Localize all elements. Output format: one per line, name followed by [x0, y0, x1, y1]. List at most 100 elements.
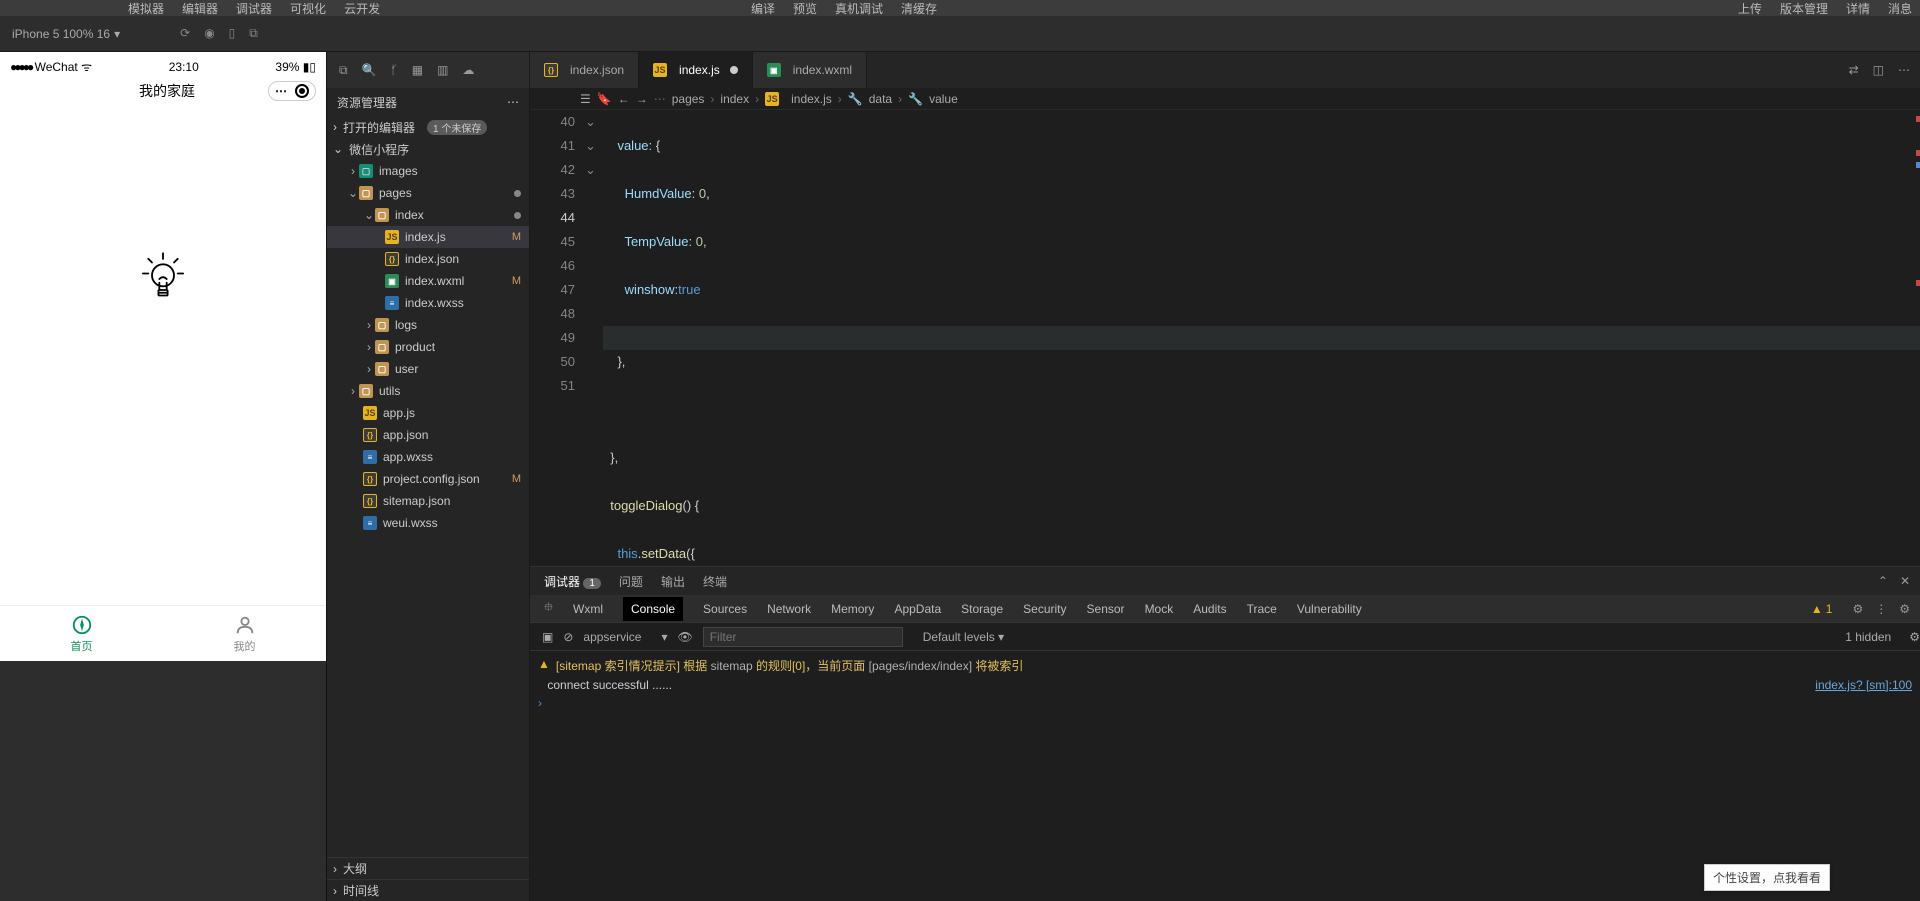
- tree-file-weui[interactable]: ≡weui.wxss: [327, 512, 529, 534]
- panel-tab-debugger[interactable]: 调试器 1: [544, 573, 601, 590]
- tree-file-app-js[interactable]: JSapp.js: [327, 402, 529, 424]
- crumb-index[interactable]: index: [720, 92, 749, 106]
- open-editors-section[interactable]: › 打开的编辑器 1 个未保存: [327, 116, 529, 138]
- menu-clear-cache[interactable]: 清缓存: [901, 0, 937, 17]
- capsule-menu-icon[interactable]: ⋯: [275, 84, 287, 98]
- back-icon[interactable]: ←: [618, 92, 630, 106]
- capsule-close-icon[interactable]: [295, 84, 309, 98]
- tree-folder-product[interactable]: ›▢product: [327, 336, 529, 358]
- cloud-icon[interactable]: ☁: [462, 63, 474, 77]
- tree-folder-images[interactable]: ›▢images: [327, 160, 529, 182]
- clear-console-icon[interactable]: ⊘: [563, 630, 573, 644]
- menu-compile[interactable]: 编译: [751, 0, 775, 17]
- tab-index-js[interactable]: JSindex.js: [639, 52, 753, 88]
- dtab-audits[interactable]: Audits: [1193, 602, 1226, 616]
- kebab-icon[interactable]: ⋮: [1875, 602, 1887, 616]
- devtools-select-icon[interactable]: ⯐: [544, 598, 553, 619]
- device-selector[interactable]: iPhone 5 100% 16 ▾: [12, 27, 120, 41]
- eye-icon[interactable]: 👁: [677, 630, 692, 644]
- tree-file-index-js[interactable]: JSindex.jsM: [327, 226, 529, 248]
- sim-tab-home[interactable]: 首页: [0, 606, 163, 661]
- code-editor[interactable]: 404142434445464748495051 ⌄⌄⌄ value: { Hu…: [530, 110, 1920, 566]
- more-icon[interactable]: ⋯: [1898, 63, 1910, 77]
- tree-folder-index[interactable]: ⌄▢index: [327, 204, 529, 226]
- dtab-appdata[interactable]: AppData: [894, 602, 941, 616]
- outline-section[interactable]: ›大纲: [327, 857, 529, 879]
- sim-tab-mine[interactable]: 我的: [163, 606, 326, 661]
- hidden-count[interactable]: 1 hidden: [1845, 630, 1891, 644]
- gear-icon[interactable]: ⚙: [1909, 630, 1920, 644]
- menu-real-debug[interactable]: 真机调试: [835, 0, 883, 17]
- menu-messages[interactable]: 消息: [1888, 0, 1912, 17]
- tree-file-project-config[interactable]: {}project.config.jsonM: [327, 468, 529, 490]
- timeline-section[interactable]: ›时间线: [327, 879, 529, 901]
- panel-tab-problems[interactable]: 问题: [619, 573, 643, 590]
- console-filter-input[interactable]: [703, 627, 903, 647]
- menu-version[interactable]: 版本管理: [1780, 0, 1828, 17]
- phone-icon[interactable]: ▯: [229, 26, 236, 41]
- popout-icon[interactable]: ⧉: [249, 26, 258, 41]
- settings-tooltip[interactable]: 个性设置，点我看看: [1704, 864, 1830, 891]
- dtab-vulnerability[interactable]: Vulnerability: [1297, 602, 1362, 616]
- menu-details[interactable]: 详情: [1846, 0, 1870, 17]
- dtab-memory[interactable]: Memory: [831, 602, 874, 616]
- tree-file-sitemap[interactable]: {}sitemap.json: [327, 490, 529, 512]
- dtab-network[interactable]: Network: [767, 602, 811, 616]
- capsule-button[interactable]: ⋯: [268, 81, 316, 101]
- tree-folder-user[interactable]: ›▢user: [327, 358, 529, 380]
- split-icon[interactable]: ◫: [1873, 63, 1884, 77]
- menu-cloud[interactable]: 云开发: [344, 0, 380, 17]
- files-icon[interactable]: ⧉: [339, 63, 348, 78]
- crumb-file[interactable]: index.js: [791, 92, 832, 106]
- panel-tab-output[interactable]: 输出: [661, 573, 685, 590]
- record-icon[interactable]: ◉: [204, 26, 214, 41]
- dtab-console[interactable]: Console: [623, 597, 683, 621]
- breadcrumb[interactable]: ☰ 🔖 ← → ⋯ pages› index› JSindex.js› 🔧dat…: [530, 88, 1920, 110]
- compare-icon[interactable]: ⇄: [1849, 63, 1859, 77]
- more-icon[interactable]: ⋯: [507, 95, 519, 109]
- tree-file-index-wxml[interactable]: ▣index.wxmlM: [327, 270, 529, 292]
- panel-tab-terminal[interactable]: 终端: [703, 573, 727, 590]
- menu-upload[interactable]: 上传: [1738, 0, 1762, 17]
- console-sidebar-icon[interactable]: ▣: [542, 630, 553, 644]
- devtools-warn-count[interactable]: ▲ 1: [1811, 602, 1833, 616]
- tree-folder-logs[interactable]: ›▢logs: [327, 314, 529, 336]
- dtab-wxml[interactable]: Wxml: [573, 602, 603, 616]
- packages-icon[interactable]: ▥: [437, 63, 448, 77]
- dtab-trace[interactable]: Trace: [1247, 602, 1277, 616]
- minimap[interactable]: [1916, 110, 1920, 566]
- tree-file-index-wxss[interactable]: ≡index.wxss: [327, 292, 529, 314]
- menu-editor[interactable]: 编辑器: [182, 0, 218, 17]
- console-source-link[interactable]: index.js? [sm]:100: [1815, 678, 1912, 692]
- forward-icon[interactable]: →: [636, 92, 648, 106]
- tree-folder-pages[interactable]: ⌄▢pages: [327, 182, 529, 204]
- menu-debugger[interactable]: 调试器: [236, 0, 272, 17]
- context-selector[interactable]: appservice ▾: [583, 630, 667, 644]
- gear-icon[interactable]: ⚙: [1852, 602, 1863, 616]
- dtab-sources[interactable]: Sources: [703, 602, 747, 616]
- search-icon[interactable]: 🔍: [362, 63, 377, 77]
- menu-simulator[interactable]: 模拟器: [128, 0, 164, 17]
- menu-preview[interactable]: 预览: [793, 0, 817, 17]
- bookmark-icon[interactable]: 🔖: [597, 92, 612, 106]
- tree-file-app-wxss[interactable]: ≡app.wxss: [327, 446, 529, 468]
- panel-up-icon[interactable]: ⌃: [1878, 574, 1888, 588]
- refresh-icon[interactable]: ⟳: [180, 26, 190, 41]
- dtab-security[interactable]: Security: [1023, 602, 1066, 616]
- tree-file-app-json[interactable]: {}app.json: [327, 424, 529, 446]
- git-icon[interactable]: ᚶ: [391, 63, 398, 77]
- code-body[interactable]: value: { HumdValue: 0, TempValue: 0, win…: [603, 110, 1920, 566]
- project-section[interactable]: ⌄ 微信小程序: [327, 138, 529, 160]
- tree-file-index-json[interactable]: {}index.json: [327, 248, 529, 270]
- crumb-pages[interactable]: pages: [672, 92, 705, 106]
- breadcrumb-icon1[interactable]: ☰: [580, 92, 591, 106]
- console-prompt[interactable]: ›: [538, 694, 1912, 712]
- extensions-icon[interactable]: ▦: [412, 63, 423, 77]
- dtab-mock[interactable]: Mock: [1145, 602, 1174, 616]
- gear-icon[interactable]: ⚙: [1899, 602, 1910, 616]
- log-levels-selector[interactable]: Default levels ▾: [923, 630, 1004, 644]
- crumb-data[interactable]: data: [869, 92, 892, 106]
- tab-index-wxml[interactable]: ▣index.wxml: [753, 52, 867, 88]
- menu-visualize[interactable]: 可视化: [290, 0, 326, 17]
- tree-folder-utils[interactable]: ›▢utils: [327, 380, 529, 402]
